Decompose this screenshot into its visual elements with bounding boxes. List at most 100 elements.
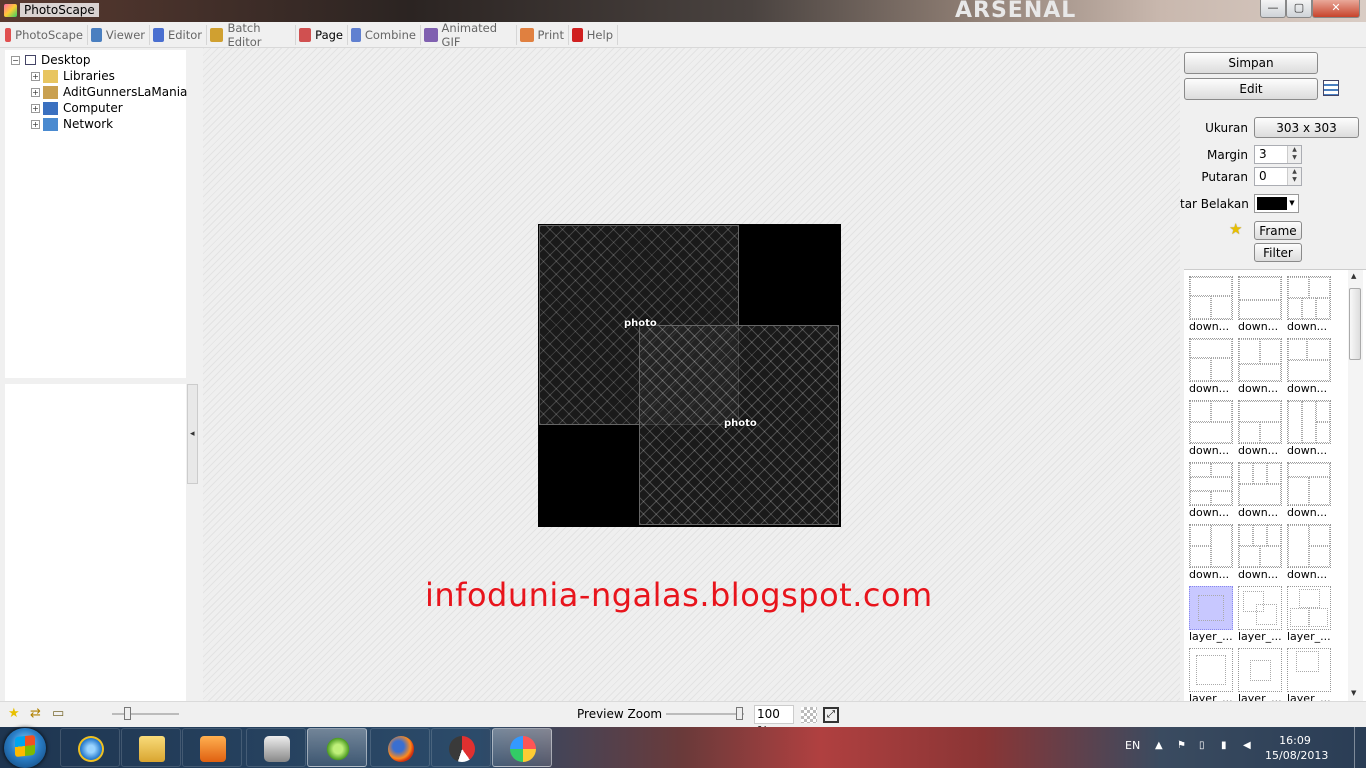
taskbar-media-player[interactable] — [182, 728, 242, 767]
collapse-icon[interactable]: − — [11, 55, 20, 65]
frame-button[interactable]: Frame — [1254, 221, 1302, 240]
tab-print[interactable]: Print — [517, 25, 569, 45]
template-thumbnail[interactable]: layer_... — [1189, 648, 1233, 701]
template-thumbnail[interactable]: down... — [1189, 400, 1233, 458]
template-thumbnail[interactable]: down... — [1238, 276, 1282, 334]
close-button[interactable]: ✕ — [1312, 0, 1360, 18]
collage-page[interactable]: photo photo — [538, 224, 841, 527]
tree-item-desktop[interactable]: − Desktop — [11, 52, 91, 68]
template-caption: down... — [1189, 320, 1230, 333]
tab-editor[interactable]: Editor — [150, 25, 207, 45]
slider-knob[interactable] — [124, 707, 131, 720]
size-button[interactable]: 303 x 303 — [1254, 117, 1359, 138]
save-button[interactable]: Simpan — [1184, 52, 1318, 74]
taskbar-internet-explorer[interactable] — [60, 728, 120, 767]
scroll-up-icon[interactable]: ▲ — [1351, 272, 1356, 280]
template-thumbnail[interactable]: layer_... — [1287, 648, 1331, 701]
margin-spinner[interactable]: 3 ▲ ▼ — [1254, 145, 1302, 164]
preview-zoom-slider[interactable] — [666, 707, 744, 720]
tray-expand-icon[interactable]: ▲ — [1155, 740, 1167, 752]
template-thumbnail[interactable]: down... — [1238, 524, 1282, 582]
template-preview — [1189, 648, 1233, 692]
template-caption: down... — [1189, 568, 1230, 581]
thumbnail-size-slider[interactable] — [112, 707, 179, 720]
template-preview — [1287, 338, 1331, 382]
template-thumbnail[interactable]: down... — [1238, 338, 1282, 396]
folder-tree[interactable]: − Desktop + Libraries + AditGunnersLaMania +… — [5, 50, 187, 378]
clock[interactable]: 16:09 15/08/2013 — [1265, 733, 1328, 763]
tab-viewer[interactable]: Viewer — [88, 25, 150, 45]
paint-icon — [510, 736, 536, 762]
volume-icon[interactable]: ◀ — [1243, 740, 1255, 752]
template-thumbnail[interactable]: down... — [1287, 462, 1331, 520]
fit-to-window-icon[interactable]: ⤢ — [823, 707, 839, 723]
maximize-button[interactable]: ▢ — [1286, 0, 1312, 18]
taskbar-firefox[interactable] — [370, 728, 430, 767]
template-caption: down... — [1287, 320, 1328, 333]
scroll-thumb[interactable] — [1349, 288, 1361, 360]
template-thumbnail[interactable]: down... — [1238, 462, 1282, 520]
rotation-spinner[interactable]: 0 ▲ ▼ — [1254, 167, 1302, 186]
network-tray-icon[interactable]: ▮ — [1221, 740, 1233, 752]
language-indicator[interactable]: EN — [1125, 739, 1140, 752]
background-color-picker[interactable]: ▼ — [1254, 194, 1299, 213]
template-thumbnail[interactable]: down... — [1189, 462, 1233, 520]
taskbar-green-app[interactable] — [307, 728, 367, 767]
template-thumbnail[interactable]: layer_... — [1287, 586, 1331, 644]
minimize-button[interactable]: — — [1260, 0, 1286, 18]
template-thumbnail[interactable]: down... — [1287, 338, 1331, 396]
tab-batch-editor[interactable]: Batch Editor — [207, 21, 296, 49]
tree-item-libraries[interactable]: + Libraries — [31, 68, 115, 84]
photo-app-icon — [449, 736, 475, 762]
expand-icon[interactable]: + — [31, 103, 40, 113]
zoom-value-field[interactable]: 100 % — [754, 705, 794, 738]
template-thumbnail[interactable]: layer_... — [1238, 586, 1282, 644]
transparency-grid-icon[interactable] — [801, 707, 817, 723]
tree-item-network[interactable]: + Network — [31, 116, 113, 132]
spinner-arrows-icon[interactable]: ▲ ▼ — [1287, 146, 1301, 163]
tree-item-computer[interactable]: + Computer — [31, 100, 123, 116]
device-icon[interactable]: ▯ — [1199, 740, 1211, 752]
template-thumbnail[interactable]: down... — [1189, 276, 1233, 334]
expand-icon[interactable]: + — [31, 71, 40, 81]
taskbar-explorer[interactable] — [121, 728, 181, 767]
tree-item-aditgunnerslamania[interactable]: + AditGunnersLaMania — [31, 84, 187, 100]
tab-help[interactable]: Help — [569, 25, 618, 45]
template-thumbnail[interactable]: down... — [1238, 400, 1282, 458]
expand-icon[interactable]: + — [31, 87, 40, 97]
template-thumbnail[interactable]: down... — [1189, 338, 1233, 396]
template-thumbnail[interactable]: down... — [1287, 400, 1331, 458]
panel-splitter[interactable]: ◂ — [187, 384, 198, 484]
windows-taskbar: EN ▲ ⚑ ▯ ▮ ◀ 16:09 15/08/2013 — [0, 727, 1366, 768]
folder-icon[interactable]: ▭ — [52, 707, 67, 721]
dropdown-arrow-icon[interactable]: ▼ — [1287, 196, 1297, 211]
spinner-arrows-icon[interactable]: ▲ ▼ — [1287, 168, 1301, 185]
filter-button[interactable]: Filter — [1254, 243, 1302, 262]
template-thumbnail[interactable]: down... — [1287, 276, 1331, 334]
scroll-down-icon[interactable]: ▼ — [1351, 689, 1356, 697]
tab-photoscape[interactable]: PhotoScape — [2, 25, 88, 45]
show-desktop-button[interactable] — [1354, 727, 1366, 768]
media-player-icon — [200, 736, 226, 762]
edit-button[interactable]: Edit — [1184, 78, 1318, 100]
template-thumbnail[interactable]: down... — [1287, 524, 1331, 582]
refresh-icon[interactable]: ⇄ — [30, 707, 45, 721]
taskbar-photo-app[interactable] — [431, 728, 491, 767]
template-thumbnail[interactable]: layer_... — [1238, 648, 1282, 701]
star-icon[interactable]: ★ — [1229, 220, 1242, 238]
template-scrollbar[interactable]: ▲ ▼ — [1348, 270, 1363, 701]
flag-icon[interactable]: ⚑ — [1177, 740, 1189, 752]
start-button[interactable] — [4, 728, 46, 768]
template-thumbnail[interactable]: layer_... — [1189, 586, 1233, 644]
tab-animated-gif[interactable]: Animated GIF — [421, 21, 517, 49]
list-view-icon[interactable] — [1323, 80, 1339, 96]
favorite-star-icon[interactable]: ★ — [8, 707, 23, 721]
expand-icon[interactable]: + — [31, 119, 40, 129]
collapse-arrow-icon[interactable]: ◂ — [190, 429, 195, 439]
taskbar-photoscape[interactable] — [492, 728, 552, 767]
tab-page[interactable]: Page — [296, 25, 348, 45]
taskbar-camera-app[interactable] — [246, 728, 306, 767]
template-thumbnail[interactable]: down... — [1189, 524, 1233, 582]
slider-knob[interactable] — [736, 707, 743, 720]
tab-combine[interactable]: Combine — [348, 25, 421, 45]
